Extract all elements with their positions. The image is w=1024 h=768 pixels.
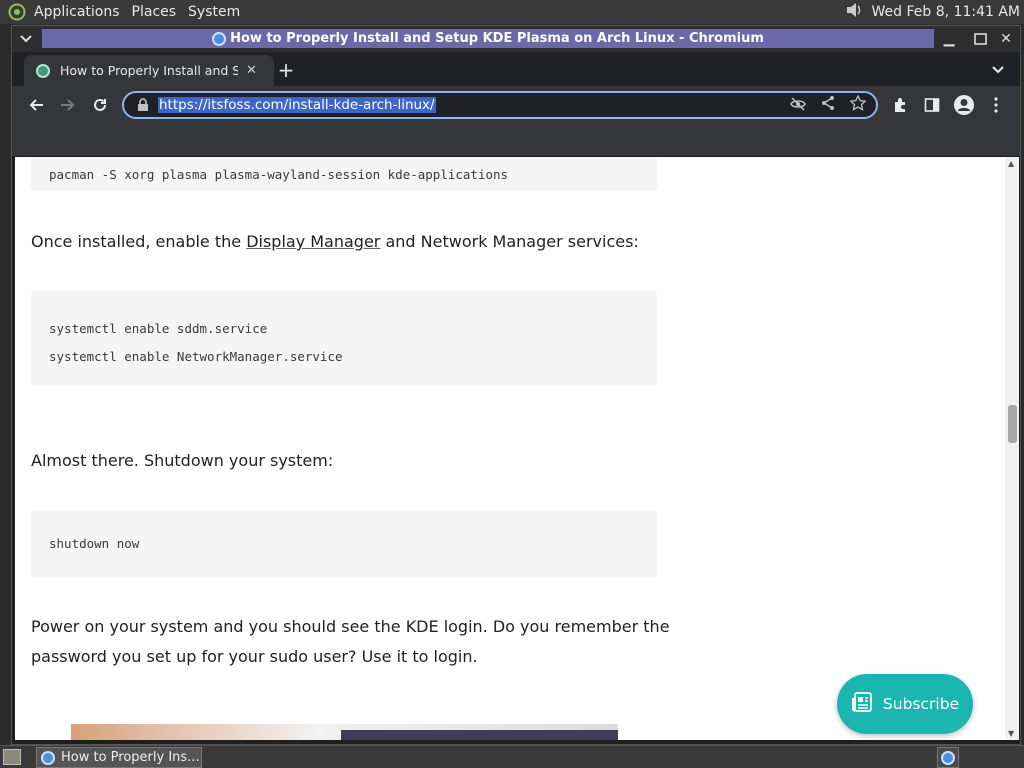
tab-active[interactable]: How to Properly Install and Setup KDE Pl… bbox=[24, 55, 274, 86]
window-title: How to Properly Install and Setup KDE Pl… bbox=[42, 29, 934, 48]
scrollbar-thumb[interactable] bbox=[1008, 405, 1017, 443]
close-button[interactable]: ✕ bbox=[995, 29, 1017, 49]
subscribe-label: Subscribe bbox=[882, 695, 960, 713]
places-menu[interactable]: Places bbox=[126, 0, 183, 24]
code-block-systemctl: systemctl enable sddm.service systemctl … bbox=[31, 291, 657, 385]
page-scrollbar[interactable]: ▲ ▼ bbox=[1005, 157, 1019, 740]
show-desktop-button[interactable] bbox=[3, 749, 21, 765]
reload-button[interactable] bbox=[88, 93, 112, 117]
applications-menu[interactable]: Applications bbox=[28, 0, 126, 24]
volume-icon[interactable] bbox=[844, 1, 864, 23]
display-manager-link[interactable]: Display Manager bbox=[246, 232, 380, 251]
tab-search-button[interactable] bbox=[986, 58, 1010, 82]
window-title-text: How to Properly Install and Setup KDE Pl… bbox=[230, 31, 764, 46]
lock-icon[interactable] bbox=[136, 98, 150, 112]
new-tab-button[interactable]: + bbox=[274, 58, 298, 82]
code-line[interactable]: shutdown now bbox=[49, 536, 139, 551]
minimize-button[interactable]: ▁ bbox=[938, 29, 960, 49]
chromium-icon bbox=[41, 750, 55, 765]
top-panel: Applications Places System Wed Feb 8, 11… bbox=[0, 0, 1024, 24]
address-bar[interactable]: https://itsfoss.com/install-kde-arch-lin… bbox=[122, 91, 878, 119]
paragraph: Once installed, enable the Display Manag… bbox=[31, 227, 671, 257]
bookmark-star-icon[interactable] bbox=[849, 94, 867, 115]
distro-icon[interactable] bbox=[6, 1, 28, 23]
paragraph: Power on your system and you should see … bbox=[31, 612, 671, 672]
url-text[interactable]: https://itsfoss.com/install-kde-arch-lin… bbox=[158, 97, 436, 113]
forward-button[interactable] bbox=[56, 93, 80, 117]
tab-title: How to Properly Install and Setup KDE Pl… bbox=[60, 63, 238, 78]
paragraph: Almost there. Shutdown your system: bbox=[31, 451, 334, 470]
back-button[interactable] bbox=[24, 93, 48, 117]
extensions-icon[interactable] bbox=[888, 93, 912, 117]
tab-strip: How to Properly Install and Setup KDE Pl… bbox=[12, 52, 1020, 86]
maximize-button[interactable] bbox=[969, 29, 991, 49]
page-viewport: pacman -S xorg plasma plasma-wayland-ses… bbox=[15, 157, 1005, 740]
bookmark-bar bbox=[12, 124, 1020, 156]
code-line[interactable]: systemctl enable NetworkManager.service bbox=[49, 343, 657, 371]
paragraph-text: and Network Manager services: bbox=[380, 232, 639, 251]
code-block-pacman: pacman -S xorg plasma plasma-wayland-ses… bbox=[31, 157, 657, 191]
paragraph-text: Power on your system and you should see … bbox=[31, 617, 670, 636]
chrome-menu-icon[interactable] bbox=[984, 93, 1008, 117]
tab-close-icon[interactable]: ✕ bbox=[246, 63, 257, 78]
system-menu[interactable]: System bbox=[182, 0, 246, 24]
share-icon[interactable] bbox=[820, 95, 836, 115]
eye-off-icon[interactable] bbox=[790, 96, 806, 115]
profile-avatar-icon[interactable] bbox=[952, 93, 976, 117]
side-panel-icon[interactable] bbox=[920, 93, 944, 117]
window-menu-button[interactable] bbox=[12, 26, 40, 52]
window-titlebar[interactable]: How to Properly Install and Setup KDE Pl… bbox=[12, 26, 1020, 52]
code-line[interactable]: pacman -S xorg plasma plasma-wayland-ses… bbox=[49, 167, 508, 182]
taskbar-window-label: How to Properly Ins... bbox=[61, 750, 200, 765]
browser-toolbar: https://itsfoss.com/install-kde-arch-lin… bbox=[12, 86, 1020, 124]
taskbar-window-button[interactable]: How to Properly Ins... bbox=[36, 747, 202, 768]
itsfoss-favicon-icon bbox=[36, 63, 50, 78]
code-block-shutdown: shutdown now bbox=[31, 511, 657, 577]
newsletter-icon bbox=[851, 690, 875, 718]
scroll-down-arrow-icon[interactable]: ▼ bbox=[1008, 729, 1014, 738]
kde-screenshot-image bbox=[71, 724, 618, 740]
code-line[interactable]: systemctl enable sddm.service bbox=[49, 315, 657, 343]
subscribe-button[interactable]: Subscribe bbox=[837, 674, 973, 734]
scroll-up-arrow-icon[interactable]: ▲ bbox=[1008, 159, 1014, 168]
paragraph-text: Once installed, enable the bbox=[31, 232, 247, 251]
screenshot-window bbox=[341, 730, 618, 740]
chromium-icon bbox=[212, 31, 227, 46]
paragraph-text: password you set up for your sudo user? … bbox=[31, 647, 478, 666]
browser-window: How to Properly Install and Setup KDE Pl… bbox=[11, 25, 1021, 745]
bottom-taskbar: How to Properly Ins... bbox=[0, 745, 1024, 768]
clock[interactable]: Wed Feb 8, 11:41 AM bbox=[872, 4, 1020, 20]
workspace-switcher[interactable] bbox=[937, 747, 959, 768]
